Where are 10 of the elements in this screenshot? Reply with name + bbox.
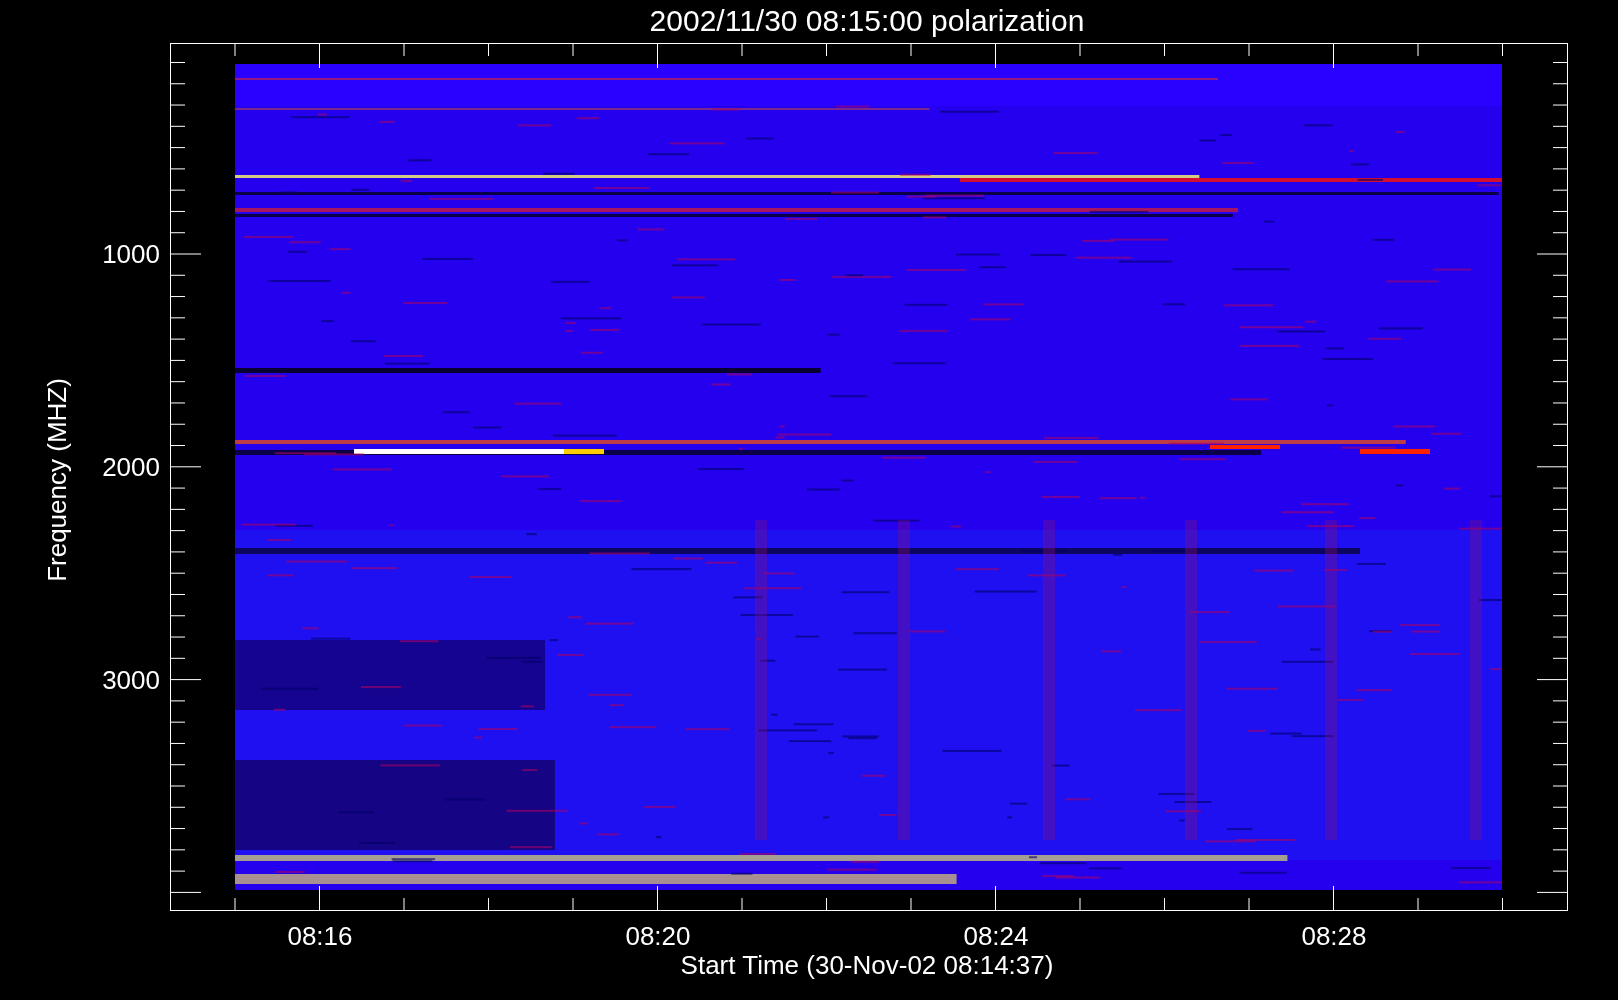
y-tick-label: 1000 xyxy=(102,239,160,269)
x-tick-label: 08:20 xyxy=(625,921,691,951)
x-tick-label: 08:24 xyxy=(963,921,1029,951)
x-tick-label: 08:16 xyxy=(287,921,353,951)
y-axis-label: Frequency (MHZ) xyxy=(42,378,72,582)
x-axis-label: Start Time (30-Nov-02 08:14:37) xyxy=(680,950,1054,980)
chart-title: 2002/11/30 08:15:00 polarization xyxy=(649,4,1085,37)
x-tick-label: 08:28 xyxy=(1301,921,1367,951)
y-tick-label: 3000 xyxy=(102,665,160,695)
y-tick-label: 2000 xyxy=(102,452,160,482)
